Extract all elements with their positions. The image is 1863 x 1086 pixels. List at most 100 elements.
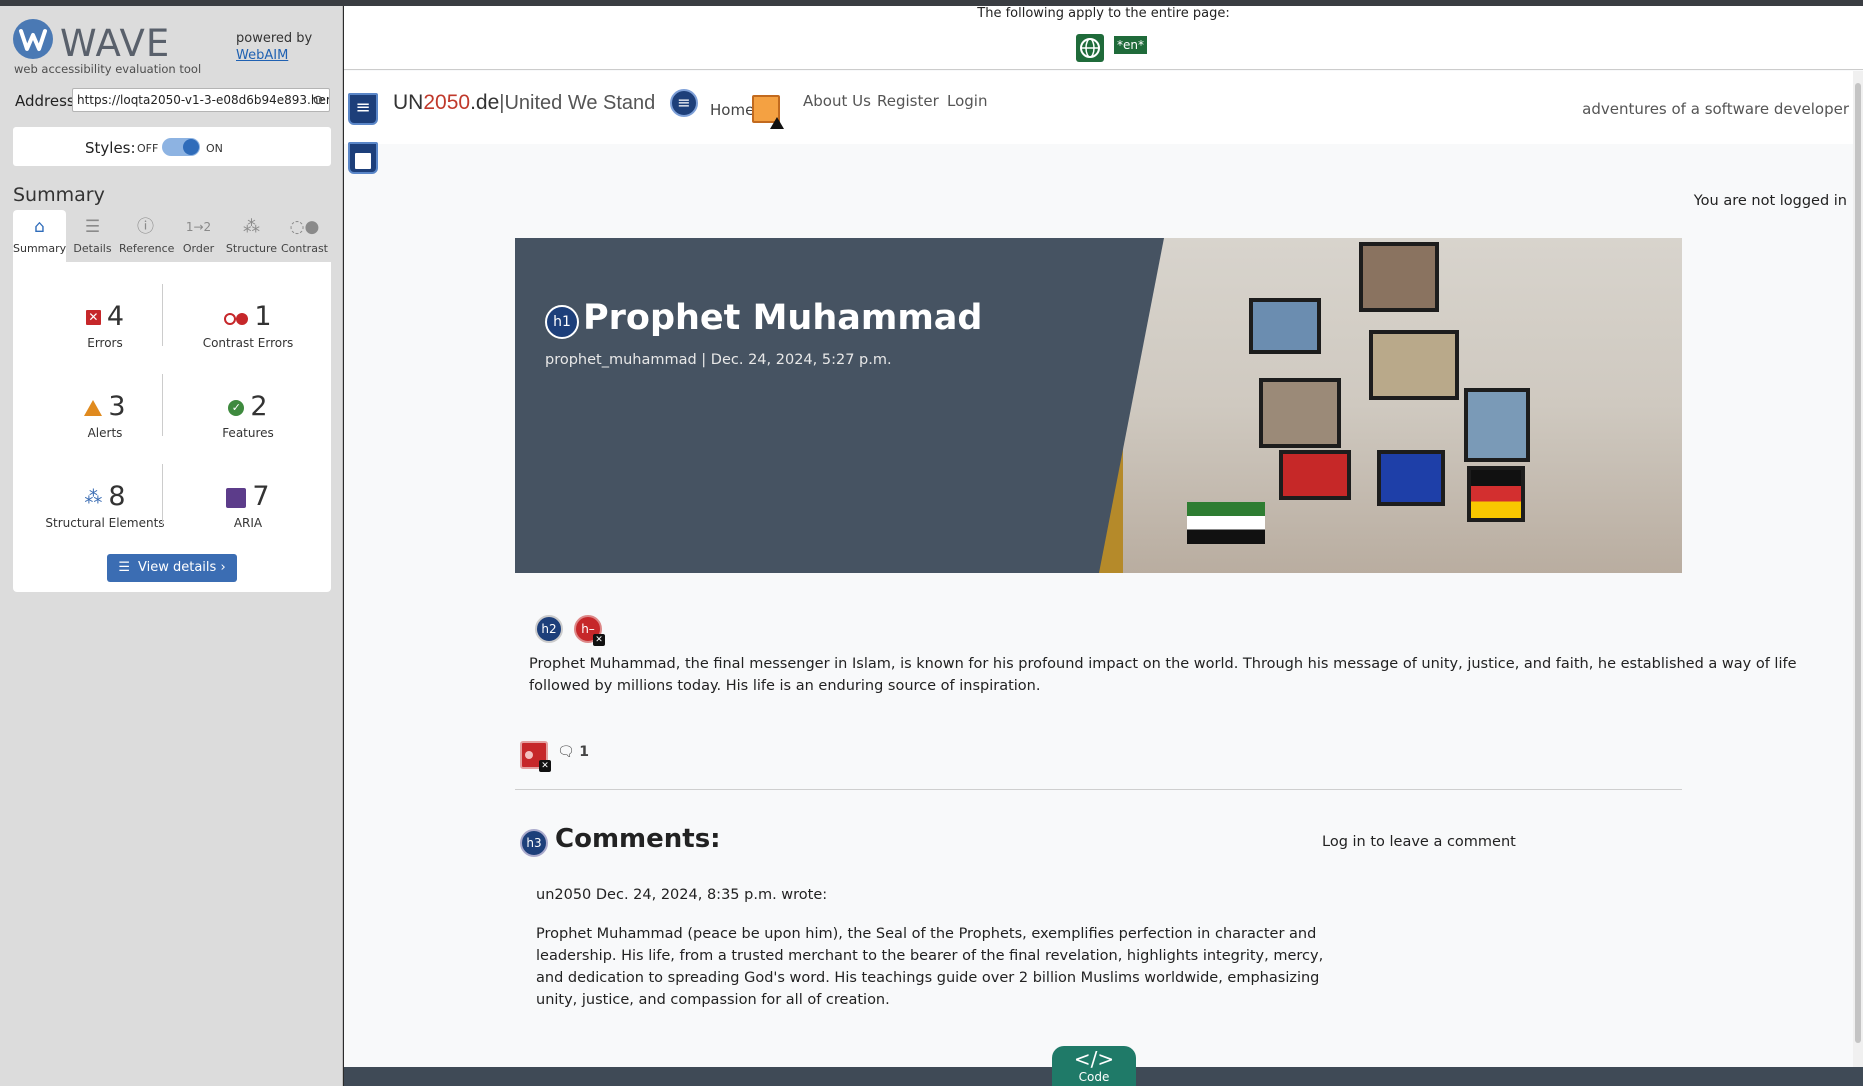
nav-login-link[interactable]: Login [947,92,987,110]
tab-summary[interactable]: ⌂ Summary [13,210,66,262]
error-icon: ✕ [85,310,101,325]
wave-tabs: ⌂ Summary ☰ Details ⓘ Reference 1→2 Orde… [13,210,331,262]
styles-off-label: OFF [137,142,159,155]
contrast-label: Contrast Errors [202,336,294,350]
contrast-error-icon[interactable]: ✕ [520,741,551,772]
picture-frame [1249,298,1321,354]
address-input[interactable]: https://loqta2050-v1-3-e08d6b94e893.hero… [72,88,330,112]
comments-heading: Comments: [555,824,721,854]
error-x-icon: ✕ [593,634,605,646]
tab-reference[interactable]: ⓘ Reference [119,210,175,262]
language-globe-icon[interactable] [1076,34,1104,62]
aria-icon [226,487,247,508]
login-to-comment-link[interactable]: Log in to leave a comment [1322,834,1516,850]
address-label: Address: [15,92,80,110]
whole-page-bar: The following apply to the entire page: … [344,6,1863,70]
structural-count: 8 [108,481,126,512]
aria-count: 7 [252,481,270,512]
features-count: 2 [250,391,268,422]
tab-label: Details [73,242,112,255]
divider [515,789,1682,790]
errors-label: Errors [87,336,123,350]
aria-label: ARIA [233,516,263,530]
tab-label: Reference [119,242,175,255]
alerts-label: Alerts [87,426,123,440]
code-icon: </> [1073,1047,1115,1071]
styles-toggle[interactable] [162,138,200,156]
view-details-button[interactable]: ☰ View details › [107,554,237,582]
code-label: Code [1078,1070,1110,1084]
page-scrollbar[interactable] [1853,71,1863,1067]
wave-container-icon[interactable] [348,142,378,174]
eu-flag [1377,450,1445,506]
tab-structure[interactable]: ⁂ Structure [225,210,278,262]
contrast-icon: ◌● [289,217,320,237]
styles-toggle-box: Styles: OFF ON [13,127,331,166]
hero-photo [1099,238,1682,573]
post-meta: prophet_muhammad | Dec. 24, 2024, 5:27 p… [545,352,892,368]
reload-icon[interactable]: ⟳ [313,90,325,111]
picture-frame [1359,242,1439,312]
nav-home-link[interactable]: Home [710,101,754,119]
list-icon: ☰ [118,560,131,575]
wave-list-icon[interactable]: ≡ [670,89,698,117]
page-title: Prophet Muhammad [583,298,983,338]
badge-text: h2 [541,622,557,636]
wave-tagline: web accessibility evaluation tool [14,62,202,76]
h3-badge-icon[interactable]: h3 [520,829,548,857]
contrast-error-icon [224,312,249,325]
language-tag[interactable]: *en* [1114,36,1147,54]
wave-brand: WAVE [60,22,171,65]
germany-flag [1467,466,1525,522]
alerts-count: 3 [108,391,126,422]
scroll-thumb[interactable] [1855,83,1861,1043]
empty-heading-error-icon[interactable]: h– ✕ [574,615,605,646]
turkey-flag [1279,450,1351,500]
site-tagline: adventures of a software developer [1582,100,1849,118]
view-details-label: View details › [138,560,226,575]
tab-contrast[interactable]: ◌● Contrast [278,210,331,262]
styles-label: Styles: [85,139,136,157]
tab-label: Order [182,242,215,255]
comment-line: Prophet Muhammad (peace be upon him), th… [536,926,1317,942]
comment-count: 🗨 1 [557,744,589,760]
site-brand[interactable]: UN2050.de|United We Stand [393,91,655,115]
comment-line: unity, justice, and compassion for all o… [536,992,890,1008]
h2-badge-icon[interactable]: h2 [535,615,563,643]
structural-label: Structural Elements [45,516,165,530]
features-label: Features [222,426,274,440]
nav-register-link[interactable]: Register [877,92,939,110]
tab-label: Structure [225,242,278,255]
stat-features: ✓ 2 Features [178,390,318,440]
nav-about-link[interactable]: About Us [803,92,871,110]
errors-count: 4 [106,301,125,332]
hero-diagonal [1099,238,1164,573]
stat-structural: ⁂ 8 Structural Elements [35,480,175,530]
brand-de: .de [470,91,500,114]
picture-frame [1259,378,1341,448]
webaim-link[interactable]: WebAIM [236,48,288,63]
stat-errors: ✕ 4 Errors [35,300,175,350]
contrast-count: 1 [254,301,272,332]
styles-on-label: ON [206,142,223,155]
alert-icon [84,399,103,416]
summary-panel: ✕ 4 Errors 1 Contrast Errors 3 Alerts ✓ 2 … [13,262,331,592]
comment-bubble-icon: 🗨 [557,744,580,760]
whole-page-note: The following apply to the entire page: [977,6,1230,21]
picture-frame [1369,330,1459,400]
stat-contrast: 1 Contrast Errors [178,300,318,350]
order-icon: 1→2 [185,220,212,234]
tab-details[interactable]: ☰ Details [66,210,119,262]
summary-title: Summary [13,184,105,206]
syria-flag [1187,502,1265,544]
feature-icon: ✓ [228,399,245,416]
toggle-knob [183,139,199,155]
h1-badge-icon[interactable]: h1 [545,305,579,339]
alert-icon[interactable] [752,95,784,129]
stat-aria: 7 ARIA [178,480,318,530]
wave-list-icon[interactable] [348,93,378,125]
tab-order[interactable]: 1→2 Order [172,210,225,262]
code-toggle-button[interactable]: </> Code [1052,1046,1136,1086]
intro-line-2: followed by millions today. His life is … [529,678,1041,694]
powered-by-label: powered by [236,31,313,46]
